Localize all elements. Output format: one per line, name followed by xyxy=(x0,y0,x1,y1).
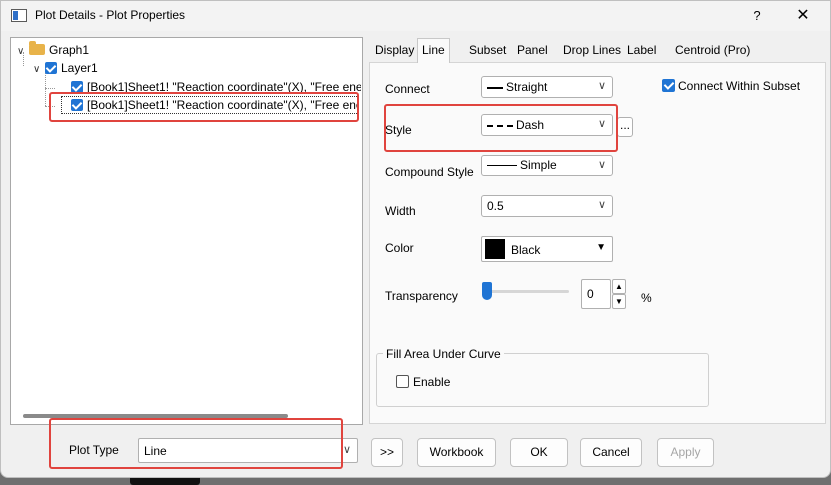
cancel-button[interactable]: Cancel xyxy=(580,438,642,467)
compound-style-value: Simple xyxy=(520,158,557,172)
connect-value: Straight xyxy=(506,80,548,94)
chevron-down-icon[interactable]: ∨ xyxy=(17,43,29,61)
tab-panel[interactable]: Panel xyxy=(513,39,552,61)
window-icon xyxy=(11,9,27,22)
connect-select[interactable]: Straight ∨ xyxy=(481,76,613,98)
width-select[interactable]: 0.5 ∨ xyxy=(481,195,613,217)
workbook-button[interactable]: Workbook xyxy=(417,438,496,467)
line-style-preview xyxy=(487,86,503,89)
tree-item-label: Layer1 xyxy=(61,61,98,75)
transparency-label: Transparency xyxy=(385,289,458,303)
color-swatch xyxy=(485,239,505,259)
tab-display[interactable]: Display xyxy=(371,39,418,61)
checkbox-icon[interactable] xyxy=(45,62,57,74)
compound-style-label: Compound Style xyxy=(385,165,474,179)
chevron-down-icon[interactable]: ∨ xyxy=(33,61,45,79)
tab-subset[interactable]: Subset xyxy=(465,39,510,61)
tab-line[interactable]: Line xyxy=(417,38,450,63)
tab-bar: Display Line Subset Panel Drop Lines Lab… xyxy=(369,38,829,63)
connect-label: Connect xyxy=(385,82,430,96)
chevron-down-icon: ∨ xyxy=(597,159,606,171)
folder-icon xyxy=(29,41,45,55)
plot-details-dialog: Plot Details - Plot Properties ? ✕ ∨ Grap… xyxy=(0,0,831,478)
style-more-button[interactable]: ... xyxy=(617,117,633,137)
spin-up-button[interactable]: ▲ xyxy=(612,279,626,294)
highlight-selected-plot xyxy=(49,92,359,122)
tab-label[interactable]: Label xyxy=(623,39,660,61)
highlight-plot-type xyxy=(49,418,343,469)
close-button[interactable]: ✕ xyxy=(791,5,815,27)
expand-button[interactable]: >> xyxy=(371,438,403,467)
width-value: 0.5 xyxy=(487,199,504,213)
fill-enable-label: Enable xyxy=(413,375,451,389)
tree-item-graph1[interactable]: ∨ Graph1 xyxy=(17,41,89,59)
tab-drop-lines[interactable]: Drop Lines xyxy=(559,39,625,61)
connect-within-subset-checkbox[interactable] xyxy=(662,79,675,92)
chevron-down-icon: ∨ xyxy=(597,199,606,211)
tree-connector xyxy=(45,88,55,89)
transparency-input[interactable]: 0 xyxy=(581,279,611,309)
transparency-value: 0 xyxy=(587,287,594,301)
color-value: Black xyxy=(511,243,541,257)
caret-down-icon: ▼ xyxy=(596,242,606,253)
transparency-slider-handle[interactable] xyxy=(482,282,492,300)
compound-style-select[interactable]: Simple ∨ xyxy=(481,155,613,176)
color-select[interactable]: Black ▼ xyxy=(481,236,613,262)
chevron-down-icon: ∨ xyxy=(342,444,351,456)
window-title: Plot Details - Plot Properties xyxy=(35,8,186,22)
ok-button[interactable]: OK xyxy=(510,438,568,467)
connect-within-subset-label: Connect Within Subset xyxy=(678,79,801,93)
width-label: Width xyxy=(385,204,416,218)
apply-button[interactable]: Apply xyxy=(657,438,714,467)
fill-enable-checkbox[interactable] xyxy=(396,375,409,388)
transparency-unit: % xyxy=(641,291,652,305)
title-bar: Plot Details - Plot Properties ? ✕ xyxy=(1,1,830,31)
transparency-slider-track[interactable] xyxy=(487,290,569,293)
color-label: Color xyxy=(385,241,414,255)
help-button[interactable]: ? xyxy=(745,5,769,27)
simple-line-preview xyxy=(487,165,517,167)
highlight-style xyxy=(384,104,618,152)
tree-item-layer1[interactable]: ∨ Layer1 xyxy=(33,59,98,77)
taskbar-fragment xyxy=(130,478,200,485)
tree-item-label: Graph1 xyxy=(49,43,90,57)
chevron-down-icon: ∨ xyxy=(597,80,606,92)
tab-centroid-pro[interactable]: Centroid (Pro) xyxy=(671,39,754,61)
spin-down-button[interactable]: ▼ xyxy=(612,294,626,309)
fill-area-group-title: Fill Area Under Curve xyxy=(383,347,504,361)
